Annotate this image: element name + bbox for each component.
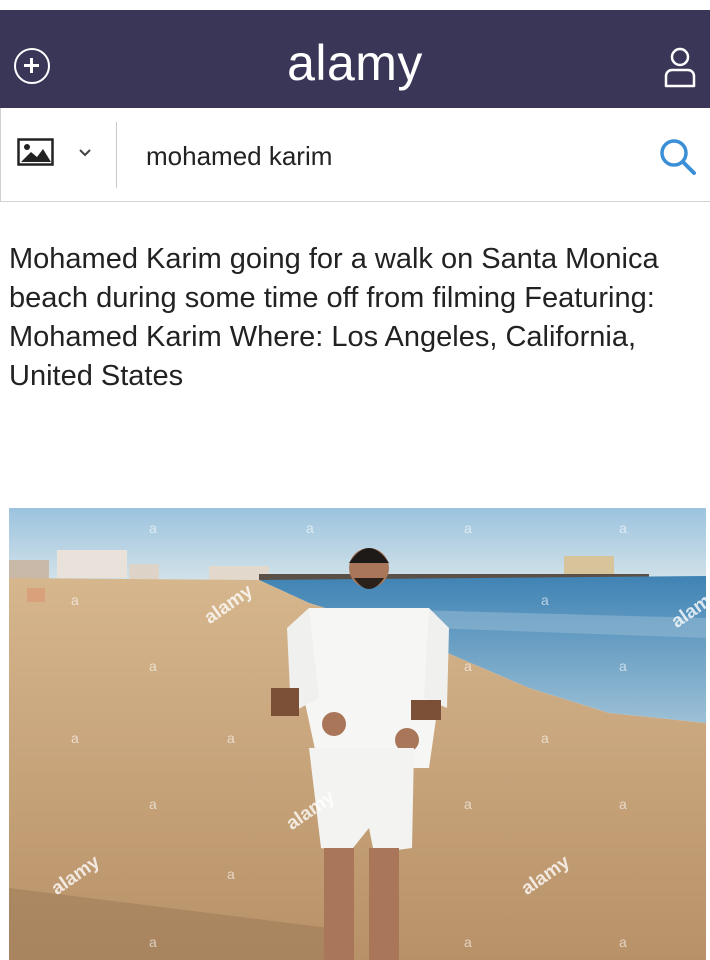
watermark-small: a (464, 658, 472, 674)
watermark-small: a (149, 934, 157, 950)
image-caption: Mohamed Karim going for a walk on Santa … (9, 243, 659, 392)
watermark-small: a (464, 796, 472, 812)
watermark-small: a (227, 730, 235, 746)
watermark-small: a (541, 592, 549, 608)
watermark-small: a (71, 592, 79, 608)
watermark-small: a (149, 520, 157, 536)
watermark-small: a (619, 658, 627, 674)
alamy-logo[interactable]: alamy (0, 33, 710, 93)
watermark-small: a (464, 934, 472, 950)
search-input[interactable] (146, 136, 626, 176)
watermark-small: a (619, 520, 627, 536)
watermark-small: a (149, 658, 157, 674)
stock-photo[interactable]: alamy alamy alamy alamy alamy a a a a a … (9, 508, 706, 960)
watermark-small: a (149, 796, 157, 812)
search-icon[interactable] (657, 136, 699, 178)
image-type-selector[interactable] (17, 138, 107, 172)
watermark-small: a (464, 520, 472, 536)
watermark-small: a (71, 730, 79, 746)
search-divider (116, 122, 117, 188)
watermark-small: a (306, 520, 314, 536)
search-bar (0, 108, 710, 202)
user-icon[interactable] (662, 46, 698, 88)
watermark-small: a (619, 934, 627, 950)
image-icon (17, 138, 55, 168)
watermark-small: a (619, 796, 627, 812)
app-header: alamy (0, 10, 710, 108)
top-strip (0, 0, 710, 10)
watermark-small: a (227, 866, 235, 882)
watermark-small: a (541, 730, 549, 746)
chevron-down-icon (77, 146, 93, 160)
